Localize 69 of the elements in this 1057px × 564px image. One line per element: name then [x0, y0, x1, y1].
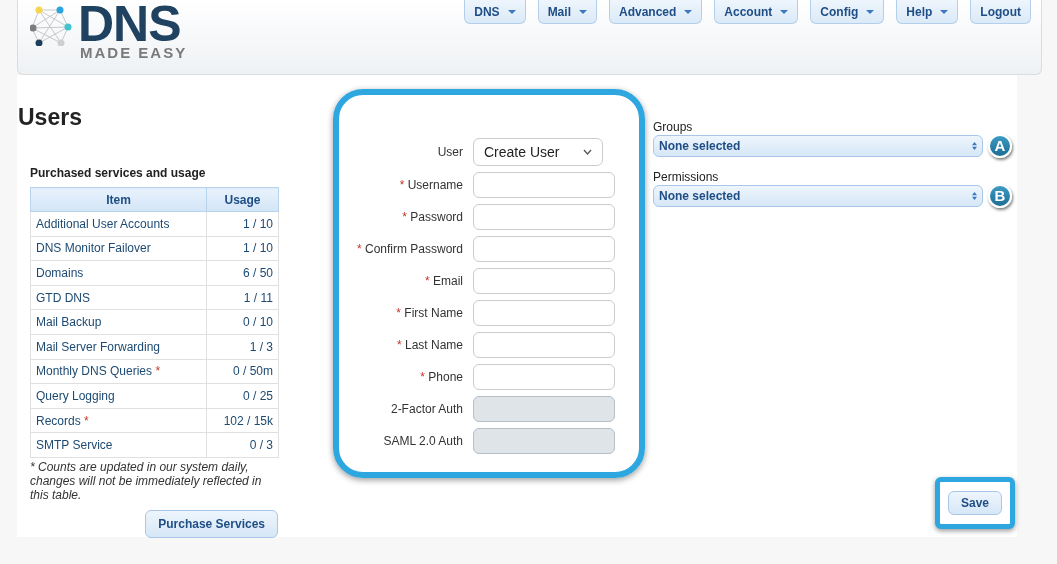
field-label: SAML 2.0 Auth — [382, 433, 463, 450]
field-label: Permissions — [653, 170, 720, 184]
table-cell: 0 / 10 — [206, 309, 279, 335]
input-field[interactable] — [473, 364, 615, 390]
footnote: * Counts are updated in our system daily, changes will not be immediately reflected in this table. — [30, 459, 263, 502]
table-cell: 0 / 50m — [206, 359, 279, 384]
table-cell: Additional User Accounts — [30, 211, 207, 237]
nav-menu-button[interactable]: Account — [714, 0, 799, 24]
input-field[interactable] — [473, 332, 615, 358]
input-field[interactable] — [473, 300, 615, 326]
field-label: Groups — [653, 120, 694, 134]
nav-menu-button[interactable]: Help — [896, 0, 959, 24]
table-cell: Records * — [30, 408, 207, 433]
logo-tagline: MADE EASY — [80, 46, 188, 60]
column-header: Item — [30, 187, 207, 212]
table-cell: DNS Monitor Failover — [30, 236, 207, 261]
caret-icon — [866, 9, 875, 14]
purchase-services-button[interactable]: Purchase Services — [145, 509, 278, 538]
chevron-down-icon — [583, 149, 592, 155]
table-cell: Mail Server Forwarding — [30, 334, 207, 360]
caret-icon — [507, 9, 516, 14]
table-cell: 1 / 10 — [206, 236, 279, 261]
input-field[interactable] — [473, 268, 615, 294]
table-cell: Domains — [30, 260, 207, 286]
field-label: User — [436, 144, 463, 161]
field-label: * First Name — [395, 305, 463, 322]
caret-icon — [940, 9, 949, 14]
field-label: * Password — [401, 209, 463, 226]
table-cell: Monthly DNS Queries * — [30, 359, 207, 384]
table-cell: 1 / 3 — [206, 334, 279, 360]
up-down-arrows-icon — [972, 192, 977, 200]
field-label: 2-Factor Auth — [389, 401, 463, 418]
table-cell: 102 / 15k — [206, 408, 279, 433]
caret-icon — [578, 9, 587, 14]
table-cell: Query Logging — [30, 383, 207, 409]
table-cell: 0 / 3 — [206, 432, 279, 458]
caret-icon — [684, 9, 693, 14]
multiselect-dropdown[interactable]: None selected — [653, 185, 983, 207]
nav-menu-button[interactable]: DNS — [464, 0, 526, 24]
column-header: Usage — [206, 187, 279, 212]
save-button[interactable]: Save — [948, 491, 1002, 515]
logo-wordmark: DNS — [78, 2, 181, 46]
field-label: * Username — [398, 177, 463, 194]
table-cell: SMTP Service — [30, 432, 207, 458]
table-cell: Mail Backup — [30, 309, 207, 335]
input-field[interactable] — [473, 172, 615, 198]
input-field[interactable] — [473, 236, 615, 262]
field-label: * Last Name — [395, 337, 463, 354]
table-cell: GTD DNS — [30, 285, 207, 310]
table-cell: 0 / 25 — [206, 383, 279, 409]
page-title: Users — [18, 103, 83, 131]
nav-menu-button[interactable]: Logout — [970, 0, 1031, 24]
field-label: * Email — [423, 273, 463, 290]
field-label: * Phone — [419, 369, 463, 386]
caret-icon — [780, 9, 789, 14]
table-cell: 1 / 11 — [206, 285, 279, 310]
multiselect-dropdown[interactable]: None selected — [653, 135, 983, 157]
callout-badge: A — [988, 134, 1012, 158]
user-dropdown[interactable]: Create User — [473, 138, 603, 166]
field-label: * Confirm Password — [355, 241, 463, 258]
table-cell: 6 / 50 — [206, 260, 279, 286]
up-down-arrows-icon — [972, 142, 977, 150]
nav-menu-button[interactable]: Mail — [537, 0, 597, 24]
nav-menu-button[interactable]: Advanced — [608, 0, 703, 24]
table-cell: 1 / 10 — [206, 211, 279, 237]
callout-badge: B — [988, 184, 1012, 208]
nav-menu-button[interactable]: Config — [810, 0, 885, 24]
input-field[interactable] — [473, 204, 615, 230]
usage-title: Purchased services and usage — [30, 165, 207, 182]
